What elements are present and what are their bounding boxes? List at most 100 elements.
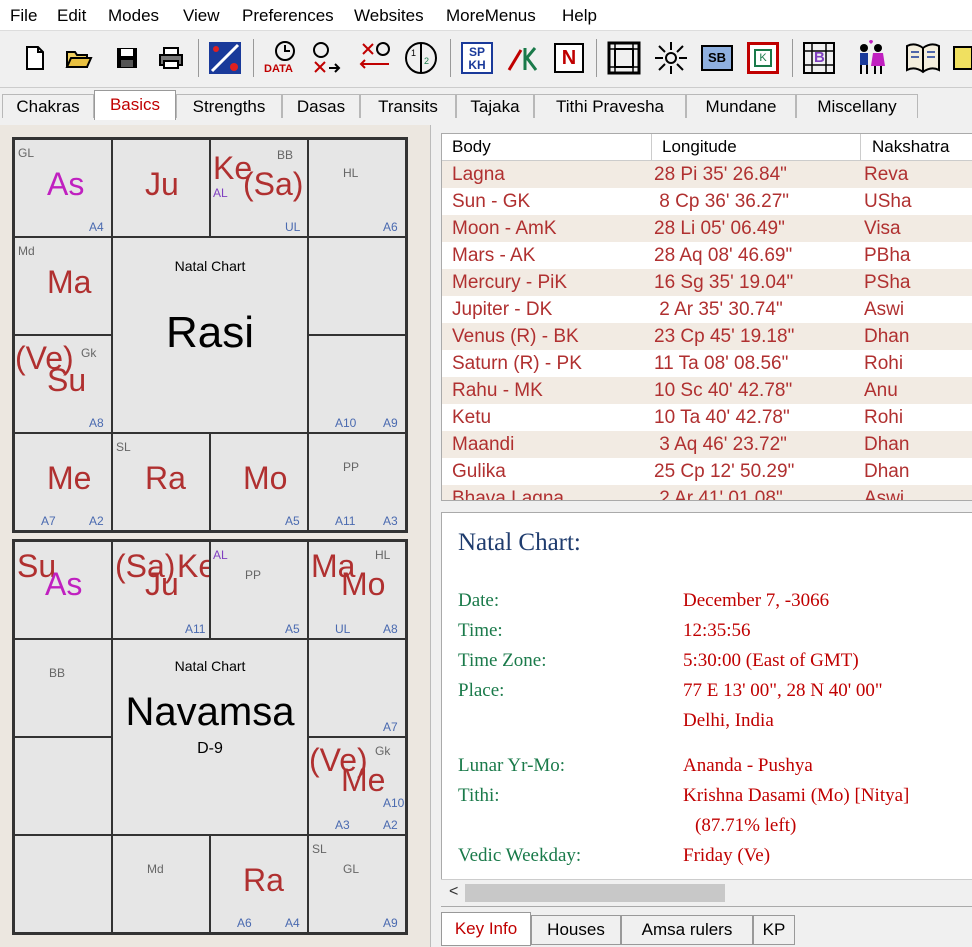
rasi-house-sagittarius[interactable]: Me A7 A2 (14, 433, 112, 531)
sp-kh-icon[interactable]: SP KH (458, 39, 496, 77)
rasi-house-aquarius[interactable]: Md Ma (14, 237, 112, 335)
table-row[interactable]: Mercury - PiK 16 Sg 35' 19.04" PSha (442, 269, 972, 296)
tab-dasas[interactable]: Dasas (282, 94, 360, 118)
tab-tithi-pravesha[interactable]: Tithi Pravesha (534, 94, 686, 118)
couple-icon[interactable] (852, 39, 890, 77)
table-row[interactable]: Saturn (R) - PK 11 Ta 08' 08.56" Rohi (442, 350, 972, 377)
tab-tajaka[interactable]: Tajaka (456, 94, 534, 118)
table-row[interactable]: Jupiter - DK 2 Ar 35' 30.74" Aswi (442, 296, 972, 323)
cell-longitude: 16 Sg 35' 19.04" (654, 272, 794, 293)
rasi-house-pisces[interactable]: GL As A4 (14, 139, 112, 237)
rasi-house-taurus[interactable]: Ke AL (Sa) BB UL (210, 139, 308, 237)
table-row[interactable]: Venus (R) - BK 23 Cp 45' 19.18" Dhan (442, 323, 972, 350)
n-icon[interactable]: N (550, 39, 588, 77)
tab-miscellany[interactable]: Miscellany (796, 94, 918, 118)
graha-label: Md (18, 244, 35, 258)
chart-wand-icon[interactable] (206, 39, 244, 77)
table-row[interactable]: Rahu - MK 10 Sc 40' 42.78" Anu (442, 377, 972, 404)
navamsa-house-8[interactable]: Ra A6 A4 (210, 835, 308, 933)
planet-label: As (45, 566, 83, 602)
navamsa-house-12[interactable]: BB (14, 639, 112, 737)
navamsa-house-1[interactable]: Su As (14, 541, 112, 639)
navamsa-house-2[interactable]: (Sa) Ke Ju A11 (112, 541, 210, 639)
rasi-house-scorpio[interactable]: SL Ra (112, 433, 210, 531)
k-wand-icon[interactable] (504, 39, 542, 77)
cell-body: Rahu - MK (452, 380, 543, 401)
cell-body: Moon - AmK (452, 218, 557, 239)
tab-transits[interactable]: Transits (360, 94, 456, 118)
column-header-longitude[interactable]: Longitude (662, 137, 737, 157)
transit-person-icon[interactable] (306, 39, 344, 77)
column-header-body[interactable]: Body (452, 137, 491, 157)
rasi-house-capricorn[interactable]: (Ve) Su Gk A8 (14, 335, 112, 433)
column-header-nakshatra[interactable]: Nakshatra (872, 137, 949, 157)
rasi-chart[interactable]: GL As A4 Ju Ke AL (Sa) BB UL HL A6 Md Ma… (12, 137, 408, 533)
navamsa-house-5[interactable]: A7 (308, 639, 406, 737)
b-grid-icon[interactable]: B (800, 39, 838, 77)
table-row[interactable]: Moon - AmK 28 Li 05' 06.49" Visa (442, 215, 972, 242)
table-row[interactable]: Lagna 28 Pi 35' 26.84" Reva (442, 161, 972, 188)
rasi-house-virgo[interactable]: PP A11 A3 (308, 433, 406, 531)
navamsa-house-11[interactable] (14, 737, 112, 835)
tab-houses[interactable]: Houses (531, 915, 621, 945)
tab-key-info[interactable]: Key Info (441, 912, 531, 946)
table-row[interactable]: Mars - AK 28 Aq 08' 46.69" PBha (442, 242, 972, 269)
menu-modes[interactable]: Modes (108, 6, 159, 26)
grid-square-icon[interactable] (605, 39, 643, 77)
scroll-left-arrow[interactable]: < (449, 883, 458, 901)
rasi-house-aries[interactable]: Ju (112, 139, 210, 237)
menu-file[interactable]: File (10, 6, 37, 26)
menu-moremenus[interactable]: MoreMenus (446, 6, 536, 26)
column-divider[interactable] (651, 134, 652, 160)
navamsa-house-7[interactable]: SL GL A9 (308, 835, 406, 933)
cell-body: Gulika (452, 461, 506, 482)
horizontal-scrollbar[interactable]: < (441, 879, 972, 906)
table-row[interactable]: Maandi 3 Aq 46' 23.72" Dhan (442, 431, 972, 458)
navamsa-house-6[interactable]: (Ve) Me Gk A10 A3 A2 (308, 737, 406, 835)
table-row[interactable]: Gulika 25 Cp 12' 50.29" Dhan (442, 458, 972, 485)
navamsa-chart[interactable]: Su As (Sa) Ke Ju A11 AL PP A5 Ma Mo HL U… (12, 539, 408, 935)
cell-body: Maandi (452, 434, 515, 455)
next-icon[interactable] (950, 39, 972, 77)
table-row[interactable]: Ketu 10 Ta 40' 42.78" Rohi (442, 404, 972, 431)
rasi-center: Natal Chart Rasi (112, 237, 308, 433)
navamsa-house-4[interactable]: Ma Mo HL UL A8 (308, 541, 406, 639)
open-folder-icon[interactable] (60, 39, 98, 77)
rasi-house-gemini[interactable]: HL A6 (308, 139, 406, 237)
print-icon[interactable] (152, 39, 190, 77)
table-row[interactable]: Sun - GK 8 Cp 36' 36.27" USha (442, 188, 972, 215)
menu-edit[interactable]: Edit (57, 6, 86, 26)
tab-mundane[interactable]: Mundane (686, 94, 796, 118)
tab-kp[interactable]: KP (753, 915, 795, 945)
navamsa-house-9[interactable]: Md (112, 835, 210, 933)
menu-websites[interactable]: Websites (354, 6, 424, 26)
rasi-house-cancer[interactable] (308, 237, 406, 335)
sun-star-icon[interactable] (652, 39, 690, 77)
tab-chakras[interactable]: Chakras (2, 94, 94, 118)
column-divider[interactable] (860, 134, 861, 160)
save-icon[interactable] (108, 39, 146, 77)
sb-icon[interactable]: SB (698, 39, 736, 77)
menu-view[interactable]: View (183, 6, 220, 26)
tab-basics[interactable]: Basics (94, 90, 176, 120)
graha-label: BB (277, 148, 294, 162)
k-box-icon[interactable]: K (744, 39, 782, 77)
menu-help[interactable]: Help (562, 6, 597, 26)
table-row[interactable]: Bhava Lagna 2 Ar 41' 01.08" Aswi (442, 485, 972, 500)
scroll-thumb[interactable] (465, 884, 725, 902)
open-book-icon[interactable] (904, 39, 942, 77)
tab-amsa-rulers[interactable]: Amsa rulers (621, 915, 753, 945)
menu-preferences[interactable]: Preferences (242, 6, 334, 26)
rasi-house-libra[interactable]: Mo A5 (210, 433, 308, 531)
compare-charts-icon[interactable] (356, 39, 394, 77)
tab-strengths[interactable]: Strengths (176, 94, 282, 118)
rasi-house-leo[interactable]: A10 A9 (308, 335, 406, 433)
navamsa-house-10[interactable] (14, 835, 112, 933)
timer-12-icon[interactable]: 12 (402, 39, 440, 77)
k-label: K (754, 49, 772, 67)
data-clock-icon[interactable]: DATA (262, 39, 300, 77)
positions-table[interactable]: Body Longitude Nakshatra Lagna 28 Pi 35' … (441, 133, 972, 501)
cell-longitude: 23 Cp 45' 19.18" (654, 326, 795, 347)
new-file-icon[interactable] (16, 39, 54, 77)
navamsa-house-3[interactable]: AL PP A5 (210, 541, 308, 639)
